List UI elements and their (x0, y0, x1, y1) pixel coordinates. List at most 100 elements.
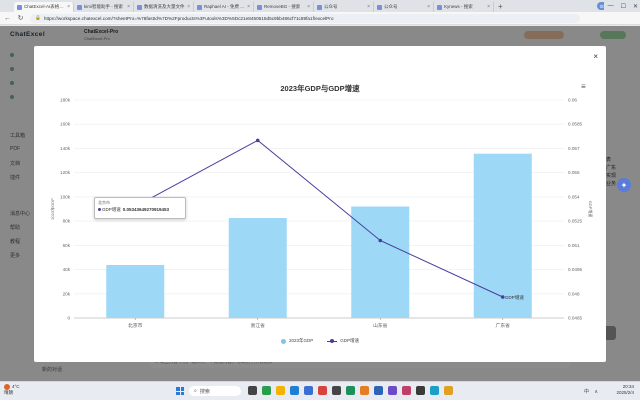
tab-close-icon[interactable]: × (427, 4, 430, 10)
app-icon[interactable] (416, 386, 425, 395)
y-right-tick-label: 0.0525 (568, 219, 582, 224)
app-icon[interactable] (304, 386, 313, 395)
y-right-axis-title: GDP增速 (588, 201, 594, 218)
tab-favicon-icon (317, 4, 322, 10)
tab-favicon-icon (197, 4, 202, 10)
y-right-tick-label: 0.0585 (568, 122, 582, 127)
x-tick-label: 广东省 (496, 322, 511, 329)
weather-desc: 晴朗 (4, 390, 13, 395)
legend-item-gdp[interactable]: 2023年GDP (280, 338, 314, 344)
app-icon[interactable] (332, 386, 341, 395)
bar-3 (473, 153, 532, 318)
y-left-axis-title: 2023年GDP (49, 198, 55, 220)
growth-point-1 (255, 138, 260, 143)
legend-bar-swatch (280, 338, 286, 344)
browser-tab[interactable]: 公众号 × (374, 2, 434, 12)
y-left-tick-label: 60k (63, 243, 71, 248)
growth-point-label: GDP增速 (505, 294, 525, 301)
x-tick-label: 北京市 (128, 322, 143, 329)
windows-start-icon[interactable] (176, 387, 184, 395)
clock-date: 2025/2/4 (616, 390, 634, 395)
app-icon[interactable] (374, 386, 383, 395)
legend-item-growth[interactable]: GDP增速 (327, 338, 359, 344)
tab-title: Raphael AI - 免费 ... (204, 4, 245, 9)
maximize-button[interactable]: ☐ (621, 3, 626, 10)
y-left-tick-label: 40k (63, 267, 71, 272)
tab-close-icon[interactable]: × (67, 4, 70, 10)
x-tick-label: 浙江省 (251, 322, 266, 329)
tooltip-row: GDP增速 0.05343649270919453 (98, 207, 182, 213)
tab-close-icon[interactable]: × (367, 4, 370, 10)
y-left-tick-label: 140k (60, 146, 71, 151)
y-right-tick-label: 0.0465 (568, 316, 582, 321)
browser-tab[interactable]: Raphael AI - 免费 ... × (194, 2, 254, 12)
chart-tooltip: 北京市 GDP增速 0.05343649270919453 (94, 197, 186, 219)
tab-close-icon[interactable]: × (187, 4, 190, 10)
y-left-tick-label: 0 (67, 316, 70, 321)
back-icon[interactable]: ← (4, 15, 11, 22)
legend-label: GDP增速 (340, 338, 360, 343)
legend-label: 2023年GDP (288, 338, 314, 343)
y-left-tick-label: 100k (60, 194, 71, 199)
system-tray-icons[interactable]: 中 ∧ (584, 388, 600, 395)
growth-line (135, 139, 503, 298)
tab-close-icon[interactable]: × (487, 4, 490, 10)
app-icon[interactable] (318, 386, 327, 395)
new-tab-button[interactable]: + (494, 2, 507, 11)
y-right-tick-label: 0.057 (568, 146, 580, 151)
y-right-tick-label: 0.051 (568, 243, 580, 248)
close-window-button[interactable]: ✕ (633, 3, 638, 10)
app-icon[interactable] (388, 386, 397, 395)
tab-title: Kynews - 搜索 (444, 4, 473, 9)
app-icon[interactable] (346, 386, 355, 395)
tab-title: ChatExcel-AI表格处理 (24, 4, 66, 9)
browser-tab[interactable]: 公众号 × (314, 2, 374, 12)
weather-widget[interactable]: 4°C 晴朗 (4, 384, 20, 396)
app-icon[interactable] (402, 386, 411, 395)
tooltip-value: 0.05343649270919453 (122, 207, 170, 212)
wechat-icon[interactable] (262, 386, 271, 395)
clock[interactable]: 20:34 2025/2/4 (616, 384, 634, 396)
file-explorer-icon[interactable] (276, 386, 285, 395)
tooltip-category: 北京市 (98, 200, 110, 205)
tab-close-icon[interactable]: × (307, 4, 310, 10)
tab-close-icon[interactable]: × (247, 4, 250, 10)
tab-title: 公众号 (324, 4, 338, 9)
y-left-tick-label: 160k (60, 122, 71, 127)
app-icon[interactable] (360, 386, 369, 395)
tab-favicon-icon (437, 4, 442, 10)
taskbar-search[interactable]: ⌕ 搜索 (189, 386, 241, 396)
tab-favicon-icon (17, 4, 22, 10)
search-icon: ⌕ (194, 388, 197, 394)
tooltip-series-marker (98, 208, 101, 212)
y-right-tick-label: 0.048 (568, 291, 580, 296)
browser-tab[interactable]: 数据清洗及大量文件 × (134, 2, 194, 12)
growth-point-2 (378, 238, 383, 243)
app-icon[interactable] (430, 386, 439, 395)
browser-tab[interactable]: RemoveBG - 搜索 × (254, 2, 314, 12)
minimize-button[interactable]: — (608, 3, 614, 9)
assistant-fab-icon[interactable]: ✦ (617, 178, 631, 192)
task-view-icon[interactable] (248, 386, 257, 395)
tab-favicon-icon (377, 4, 382, 10)
lock-icon: 🔒 (35, 15, 41, 20)
clock-time: 20:34 (622, 384, 634, 389)
tab-title: 公众号 (384, 4, 398, 9)
legend-line-swatch (327, 338, 338, 343)
taskbar: 4°C 晴朗 ⌕ 搜索 中 ∧ 20:34 2025/2/4 (0, 381, 640, 400)
y-left-tick-label: 120k (60, 170, 71, 175)
tab-favicon-icon (257, 4, 262, 10)
app-icon[interactable] (444, 386, 453, 395)
reload-icon[interactable]: ↻ (17, 14, 24, 22)
edge-browser-icon[interactable] (290, 386, 299, 395)
browser-tab[interactable]: ChatExcel-AI表格处理 × (14, 2, 74, 12)
url-input[interactable]: 🔒 https://workspace.chatexcel.com/?sheet… (30, 13, 580, 23)
browser-tab[interactable]: Kynews - 搜索 × (434, 2, 494, 12)
tab-close-icon[interactable]: × (127, 4, 130, 10)
address-bar: ← ↻ 🔒 https://workspace.chatexcel.com/?s… (0, 12, 640, 25)
browser-tab[interactable]: kimi智能助手 - 搜索 × (74, 2, 134, 12)
y-right-tick-label: 0.06 (568, 98, 577, 103)
tab-favicon-icon (137, 4, 142, 10)
y-right-tick-label: 0.0495 (568, 267, 582, 272)
tab-favicon-icon (77, 4, 82, 10)
